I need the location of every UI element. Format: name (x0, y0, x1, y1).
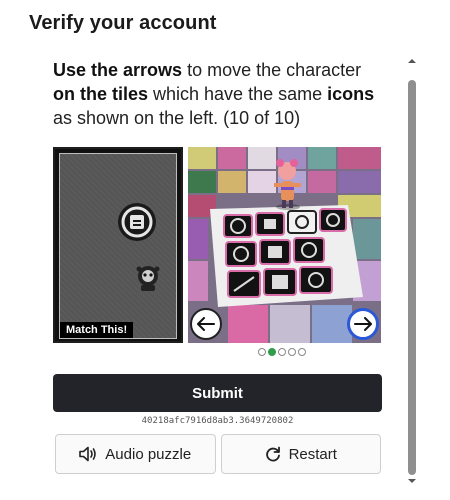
session-id-text: 40218afc7916d8ab3.3649720802 (141, 416, 294, 426)
tile-icon (293, 237, 325, 263)
instruction-text-2: to move the character (182, 60, 362, 80)
tile-icon (255, 212, 285, 236)
arrow-left-icon (197, 317, 215, 331)
scroll-up-arrow-icon[interactable] (407, 56, 417, 66)
reference-image-panel: Match This! (53, 147, 183, 343)
puzzle-board (188, 147, 381, 343)
instruction-bold-1: Use the arrows (53, 60, 183, 80)
tile-icon (287, 210, 317, 234)
instruction-text-4: which have the same (148, 84, 328, 104)
secondary-actions: Audio puzzle Restart (55, 434, 381, 474)
tile-icon (227, 270, 261, 298)
pager-dot[interactable] (278, 348, 286, 356)
audio-puzzle-button[interactable]: Audio puzzle (55, 434, 216, 474)
tile-icon (319, 208, 347, 232)
match-this-badge: Match This! (60, 322, 134, 338)
scroll-thumb[interactable] (408, 80, 416, 475)
next-arrow-button[interactable] (347, 308, 379, 340)
challenge-container: Use the arrows to move the character on … (0, 50, 450, 500)
lock-circle-icon (118, 203, 156, 241)
restart-button[interactable]: Restart (220, 434, 381, 474)
pager-dot[interactable] (258, 348, 266, 356)
speaker-icon (79, 446, 97, 462)
arrow-right-icon (354, 317, 372, 331)
tile-icon (223, 214, 253, 238)
audio-puzzle-label: Audio puzzle (105, 445, 192, 463)
submit-button[interactable]: Submit (53, 374, 382, 412)
instructions-text: Use the arrows to move the character on … (53, 58, 388, 130)
restart-label: Restart (288, 445, 337, 463)
pager-dot[interactable] (288, 348, 296, 356)
scroll-down-arrow-icon[interactable] (407, 476, 417, 486)
instruction-text-6: as shown on the left. (10 of 10) (53, 108, 301, 128)
reference-icons (118, 203, 160, 291)
tile-icon (299, 266, 333, 294)
page-title: Verify your account (29, 12, 217, 34)
instruction-bold-5: icons (327, 84, 375, 104)
pager-dot[interactable] (268, 348, 276, 356)
reference-image: Match This! (59, 153, 177, 339)
creature-icon (136, 266, 160, 291)
refresh-icon (265, 446, 280, 462)
instruction-bold-3: on the tiles (53, 84, 149, 104)
page-header: Verify your account (29, 12, 217, 40)
previous-arrow-button[interactable] (190, 308, 222, 340)
pager-dots (258, 348, 306, 356)
tile-icon (225, 241, 257, 267)
pager-dot[interactable] (298, 348, 306, 356)
scrollbar[interactable] (403, 50, 421, 490)
tile-icon (259, 239, 291, 265)
tile-icon (263, 268, 297, 296)
